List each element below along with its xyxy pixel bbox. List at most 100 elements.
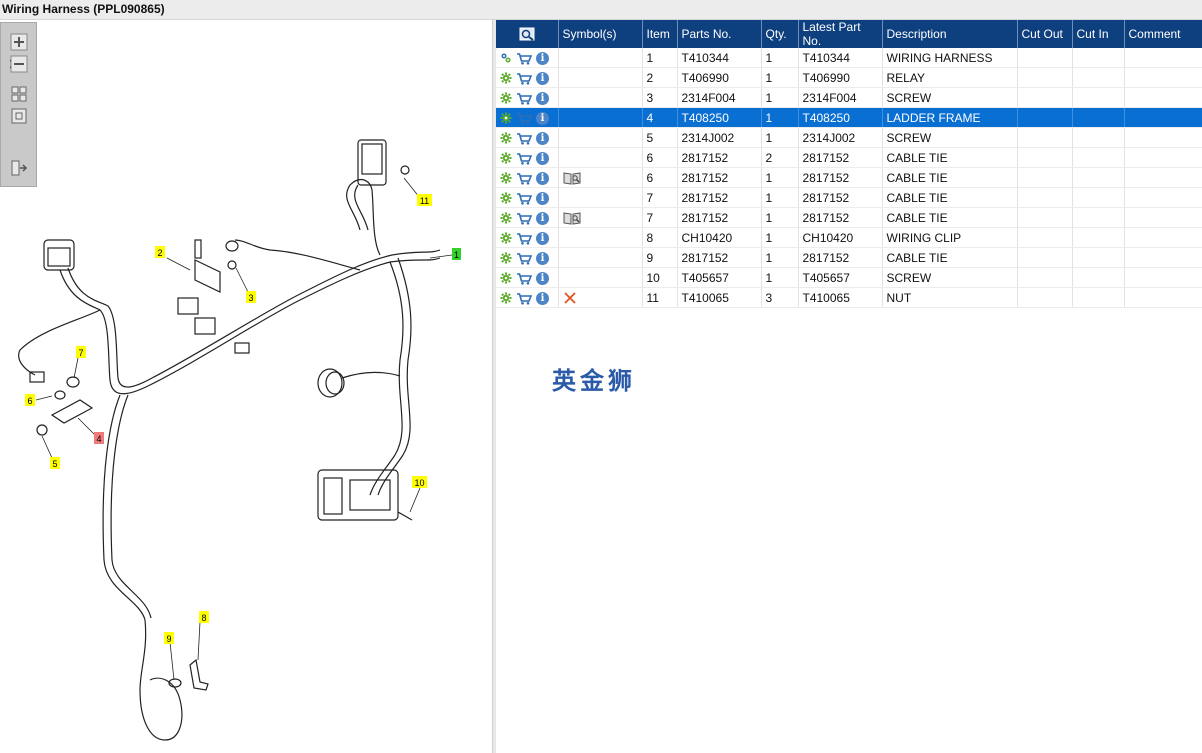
column-header-cut-out[interactable]: Cut Out bbox=[1017, 20, 1073, 48]
table-row[interactable]: i 10 T405657 1 T405657 SCREW bbox=[496, 267, 1202, 288]
cell-description: CABLE TIE bbox=[882, 147, 1018, 168]
table-row[interactable]: i 5 2314J002 1 2314J002 SCREW bbox=[496, 127, 1202, 148]
row-action-icons[interactable]: i bbox=[496, 87, 559, 108]
info-icon[interactable]: i bbox=[536, 71, 549, 85]
diagram-pane[interactable]: 1 2 3 4 5 6 7 8 9 10 11 bbox=[0, 20, 492, 753]
table-row[interactable]: i 2 T406990 1 T406990 RELAY bbox=[496, 67, 1202, 88]
cart-icon[interactable] bbox=[516, 272, 532, 285]
column-header-cut-in[interactable]: Cut In bbox=[1072, 20, 1125, 48]
wiring-harness-diagram[interactable]: 1 2 3 4 5 6 7 8 9 10 11 bbox=[0, 20, 492, 753]
table-row[interactable]: i 4 T408250 1 T408250 LADDER FRAME bbox=[496, 107, 1202, 128]
column-header-parts-no[interactable]: Parts No. bbox=[677, 20, 762, 48]
column-header-qty[interactable]: Qty. bbox=[761, 20, 799, 48]
callout-1[interactable]: 1 bbox=[452, 248, 461, 260]
column-header-symbols[interactable]: Symbol(s) bbox=[558, 20, 643, 48]
table-row[interactable]: i 7 2817152 1 2817152 CABLE TIE bbox=[496, 187, 1202, 208]
cart-icon[interactable] bbox=[516, 132, 532, 145]
callout-9[interactable]: 9 bbox=[164, 632, 174, 644]
cell-qty: 1 bbox=[761, 267, 799, 288]
row-action-icons[interactable]: i bbox=[496, 107, 559, 128]
cell-symbols bbox=[558, 187, 643, 208]
cart-icon[interactable] bbox=[516, 232, 532, 245]
cart-icon[interactable] bbox=[516, 172, 532, 185]
fit-window-button[interactable] bbox=[10, 107, 28, 125]
row-action-icons[interactable]: i bbox=[496, 167, 559, 188]
export-button[interactable] bbox=[10, 159, 28, 177]
callout-11[interactable]: 11 bbox=[417, 194, 432, 206]
cell-cut-in bbox=[1072, 147, 1125, 168]
callout-10[interactable]: 10 bbox=[412, 476, 427, 488]
column-header-latest-part-no[interactable]: Latest Part No. bbox=[798, 20, 883, 48]
table-row[interactable]: i 7 2817152 1 2817152 CABLE TIE bbox=[496, 207, 1202, 228]
info-icon[interactable]: i bbox=[536, 51, 549, 65]
cart-icon[interactable] bbox=[516, 112, 532, 125]
info-icon[interactable]: i bbox=[536, 111, 549, 125]
table-row[interactable]: i 8 CH10420 1 CH10420 WIRING CLIP bbox=[496, 227, 1202, 248]
gear-icon[interactable] bbox=[500, 232, 512, 244]
table-row[interactable]: i 9 2817152 1 2817152 CABLE TIE bbox=[496, 247, 1202, 268]
gear-icon[interactable] bbox=[500, 292, 512, 304]
reference-book-icon[interactable] bbox=[563, 171, 581, 185]
info-icon[interactable]: i bbox=[536, 231, 549, 245]
zoom-out-button[interactable] bbox=[7, 55, 28, 73]
gear-icon[interactable] bbox=[500, 152, 512, 164]
cart-icon[interactable] bbox=[516, 52, 532, 65]
row-action-icons[interactable]: i bbox=[496, 267, 559, 288]
row-action-icons[interactable]: i bbox=[496, 147, 559, 168]
info-icon[interactable]: i bbox=[536, 271, 549, 285]
row-action-icons[interactable]: i bbox=[496, 247, 559, 268]
assembly-icon[interactable] bbox=[500, 52, 512, 64]
column-header-icons[interactable] bbox=[496, 20, 559, 48]
callout-3[interactable]: 3 bbox=[246, 291, 256, 303]
zoom-in-button[interactable] bbox=[10, 33, 28, 51]
row-action-icons[interactable]: i bbox=[496, 127, 559, 148]
info-icon[interactable]: i bbox=[536, 211, 549, 225]
gear-icon[interactable] bbox=[500, 112, 512, 124]
callout-2[interactable]: 2 bbox=[155, 246, 165, 258]
gear-icon[interactable] bbox=[500, 252, 512, 264]
info-icon[interactable]: i bbox=[536, 171, 549, 185]
info-icon[interactable]: i bbox=[536, 291, 549, 305]
row-action-icons[interactable]: i bbox=[496, 67, 559, 88]
gear-icon[interactable] bbox=[500, 132, 512, 144]
info-icon[interactable]: i bbox=[536, 191, 549, 205]
column-header-description[interactable]: Description bbox=[882, 20, 1018, 48]
cart-icon[interactable] bbox=[516, 212, 532, 225]
column-header-item[interactable]: Item bbox=[642, 20, 678, 48]
row-action-icons[interactable]: i bbox=[496, 287, 559, 308]
gear-icon[interactable] bbox=[500, 272, 512, 284]
cart-icon[interactable] bbox=[516, 152, 532, 165]
row-action-icons[interactable]: i bbox=[496, 187, 559, 208]
callout-7[interactable]: 7 bbox=[76, 346, 86, 358]
cart-icon[interactable] bbox=[516, 292, 532, 305]
table-row[interactable]: i 6 2817152 1 2817152 CABLE TIE bbox=[496, 167, 1202, 188]
cell-latest-part-no: T406990 bbox=[798, 67, 883, 88]
cart-icon[interactable] bbox=[516, 92, 532, 105]
fit-all-button[interactable] bbox=[10, 85, 28, 103]
cart-icon[interactable] bbox=[516, 192, 532, 205]
callout-4[interactable]: 4 bbox=[94, 432, 104, 444]
callout-8[interactable]: 8 bbox=[199, 611, 209, 623]
row-action-icons[interactable]: i bbox=[496, 227, 559, 248]
table-row[interactable]: i 1 T410344 1 T410344 WIRING HARNESS bbox=[496, 48, 1202, 68]
gear-icon[interactable] bbox=[500, 92, 512, 104]
info-icon[interactable]: i bbox=[536, 91, 549, 105]
gear-icon[interactable] bbox=[500, 72, 512, 84]
callout-6[interactable]: 6 bbox=[25, 394, 35, 406]
table-row[interactable]: i 11 T410065 3 T410065 NUT bbox=[496, 287, 1202, 308]
cart-icon[interactable] bbox=[516, 252, 532, 265]
info-icon[interactable]: i bbox=[536, 151, 549, 165]
reference-book-icon[interactable] bbox=[563, 211, 581, 225]
gear-icon[interactable] bbox=[500, 212, 512, 224]
callout-5[interactable]: 5 bbox=[50, 457, 60, 469]
row-action-icons[interactable]: i bbox=[496, 207, 559, 228]
cart-icon[interactable] bbox=[516, 72, 532, 85]
info-icon[interactable]: i bbox=[536, 131, 549, 145]
column-header-comment[interactable]: Comment bbox=[1124, 20, 1202, 48]
info-icon[interactable]: i bbox=[536, 251, 549, 265]
row-action-icons[interactable]: i bbox=[496, 48, 559, 68]
table-row[interactable]: i 3 2314F004 1 2314F004 SCREW bbox=[496, 87, 1202, 108]
table-row[interactable]: i 6 2817152 2 2817152 CABLE TIE bbox=[496, 147, 1202, 168]
gear-icon[interactable] bbox=[500, 192, 512, 204]
gear-icon[interactable] bbox=[500, 172, 512, 184]
